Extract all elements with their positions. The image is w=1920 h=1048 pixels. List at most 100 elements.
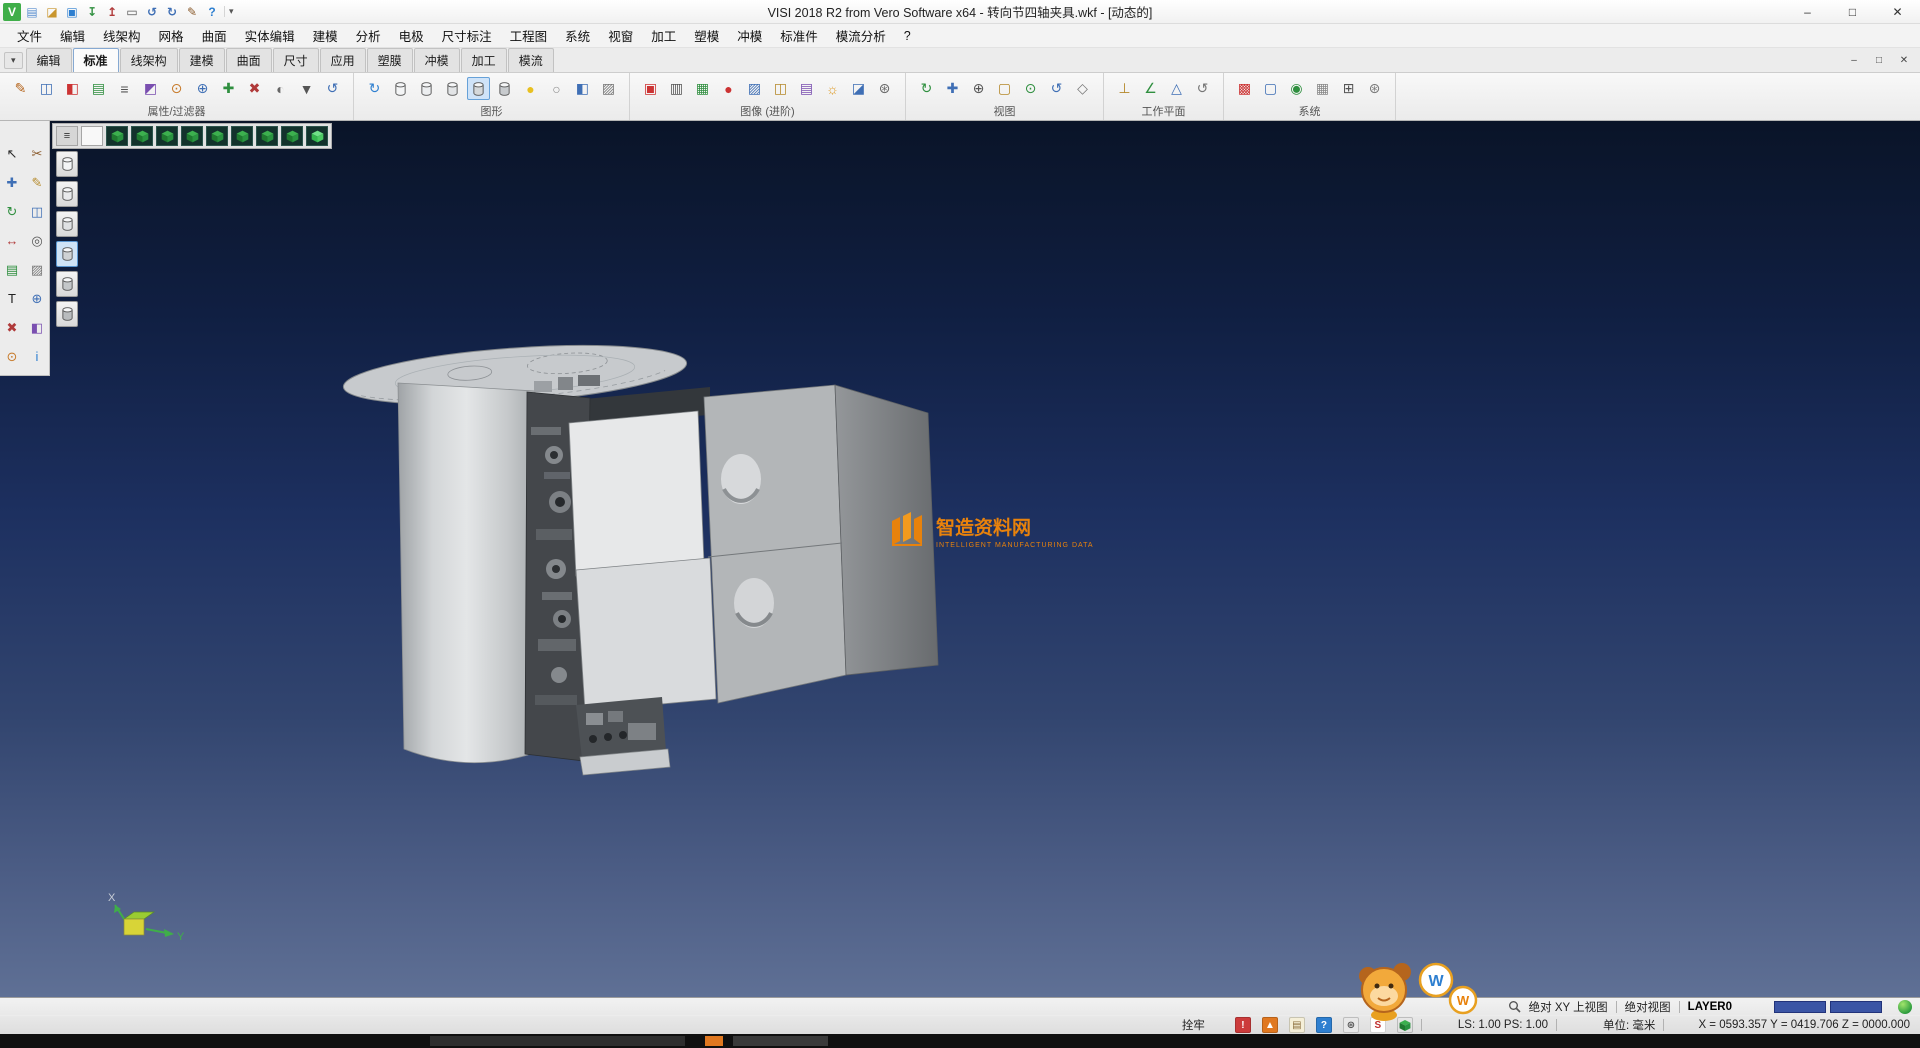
- element-filter-icon[interactable]: ◩: [139, 77, 162, 100]
- layer-indicator[interactable]: LAYER0: [1688, 1001, 1732, 1013]
- display-shaded-edges[interactable]: [56, 271, 78, 297]
- menu-item-工程图[interactable]: 工程图: [501, 24, 557, 47]
- view-top-button[interactable]: [131, 126, 153, 146]
- tab-模流[interactable]: 模流: [508, 48, 554, 72]
- erase-icon[interactable]: ✖: [2, 317, 23, 338]
- layers-icon[interactable]: ▤: [2, 259, 23, 280]
- absolute-view-label[interactable]: 绝对 XY 上视图: [1529, 999, 1608, 1015]
- selection-filter-icon[interactable]: ⊕: [191, 77, 214, 100]
- menu-item-实体编辑[interactable]: 实体编辑: [236, 24, 304, 47]
- display-shaded[interactable]: [56, 241, 78, 267]
- measure-icon[interactable]: ↔: [2, 230, 23, 251]
- magnet-snap-icon[interactable]: ⊙: [165, 77, 188, 100]
- warning-icon[interactable]: ▲: [1262, 1017, 1278, 1033]
- move-icon[interactable]: ✚: [2, 172, 23, 193]
- print-icon[interactable]: ▭: [123, 3, 141, 21]
- film-strip-icon[interactable]: ▥: [665, 77, 688, 100]
- display-wireframe[interactable]: [56, 151, 78, 177]
- display-transparent[interactable]: [56, 301, 78, 327]
- layer-filter-icon[interactable]: ▤: [87, 77, 110, 100]
- view-current-button[interactable]: [306, 126, 328, 146]
- doc-restore-button[interactable]: □: [1871, 55, 1887, 66]
- display-hidden-cylinder-icon[interactable]: [441, 77, 464, 100]
- menu-item-网格[interactable]: 网格: [150, 24, 193, 47]
- color-filter-icon[interactable]: ◧: [61, 77, 84, 100]
- attribute-edit-icon[interactable]: ✎: [9, 77, 32, 100]
- tab-应用[interactable]: 应用: [320, 48, 366, 72]
- view-front-button[interactable]: [156, 126, 178, 146]
- undo-icon[interactable]: ↺: [143, 3, 161, 21]
- view-fit-icon[interactable]: ⊙: [1019, 77, 1042, 100]
- display-dashed[interactable]: [56, 211, 78, 237]
- layer-color-bar-2[interactable]: [1830, 1001, 1882, 1013]
- menu-item-塑模[interactable]: 塑模: [685, 24, 728, 47]
- system-settings-icon[interactable]: ⊛: [1363, 77, 1386, 100]
- menu-item-模流分析[interactable]: 模流分析: [827, 24, 895, 47]
- monitor-icon[interactable]: ▢: [1259, 77, 1282, 100]
- view-iso-button[interactable]: [281, 126, 303, 146]
- world-green-icon[interactable]: [1898, 1000, 1912, 1014]
- offset-icon[interactable]: ◎: [27, 230, 48, 251]
- notes-icon[interactable]: ▤: [1289, 1017, 1305, 1033]
- trim-scissors-icon[interactable]: ✂: [27, 143, 48, 164]
- view-menu-button[interactable]: ≡: [56, 126, 78, 146]
- select-arrow-icon[interactable]: ↖: [2, 143, 23, 164]
- sketch-pencil-icon[interactable]: ✎: [27, 172, 48, 193]
- tab-塑膜[interactable]: 塑膜: [367, 48, 413, 72]
- photo-render-icon[interactable]: ▦: [691, 77, 714, 100]
- doc-close-button[interactable]: ✕: [1896, 55, 1912, 66]
- open-document-icon[interactable]: ◪: [43, 3, 61, 21]
- help-status-icon[interactable]: ?: [1316, 1017, 1332, 1033]
- display-shaded-cylinder-icon[interactable]: [467, 77, 490, 100]
- menu-item-建模[interactable]: 建模: [304, 24, 347, 47]
- doc-minimize-button[interactable]: –: [1846, 55, 1862, 66]
- group-icon[interactable]: ◧: [27, 317, 48, 338]
- layer-color-bar-1[interactable]: [1774, 1001, 1826, 1013]
- view-blank-button[interactable]: [81, 126, 103, 146]
- menu-item-冲模[interactable]: 冲模: [728, 24, 771, 47]
- grid-icon[interactable]: ▦: [1311, 77, 1334, 100]
- close-button[interactable]: ✕: [1875, 0, 1920, 23]
- save-icon[interactable]: ▣: [63, 3, 81, 21]
- menu-item-编辑[interactable]: 编辑: [51, 24, 94, 47]
- filter-reset-icon[interactable]: ↺: [321, 77, 344, 100]
- view-previous-icon[interactable]: ↺: [1045, 77, 1068, 100]
- menu-item-系统[interactable]: 系统: [556, 24, 599, 47]
- tab-曲面[interactable]: 曲面: [226, 48, 272, 72]
- gallery-icon[interactable]: ◫: [769, 77, 792, 100]
- menu-item-曲面[interactable]: 曲面: [193, 24, 236, 47]
- export-image-icon[interactable]: ▤: [795, 77, 818, 100]
- tab-冲模[interactable]: 冲模: [414, 48, 460, 72]
- view-right-button[interactable]: [231, 126, 253, 146]
- search-icon[interactable]: [1508, 1000, 1521, 1013]
- maximize-button[interactable]: □: [1830, 0, 1875, 23]
- menu-item-视窗[interactable]: 视窗: [599, 24, 642, 47]
- display-wire-cylinder-icon[interactable]: [415, 77, 438, 100]
- animation-icon[interactable]: ▨: [743, 77, 766, 100]
- workplane-set-icon[interactable]: ⊥: [1113, 77, 1136, 100]
- redraw-icon[interactable]: ↻: [363, 77, 386, 100]
- menu-item-尺寸标注[interactable]: 尺寸标注: [433, 24, 501, 47]
- display-hidden-line[interactable]: [56, 181, 78, 207]
- taskbar-item[interactable]: [705, 1036, 723, 1046]
- new-document-icon[interactable]: ▤: [23, 3, 41, 21]
- view-axonometric-button[interactable]: [106, 126, 128, 146]
- menu-item-文件[interactable]: 文件: [8, 24, 51, 47]
- view-back-button[interactable]: [181, 126, 203, 146]
- taskbar-item[interactable]: [733, 1036, 828, 1046]
- mirror-icon[interactable]: ◫: [27, 201, 48, 222]
- visi-logo-icon[interactable]: V: [3, 3, 21, 21]
- info-icon[interactable]: i: [27, 346, 48, 367]
- image-settings-icon[interactable]: ⊛: [873, 77, 896, 100]
- view-rotate-icon[interactable]: ↻: [915, 77, 938, 100]
- light-on-icon[interactable]: ●: [519, 77, 542, 100]
- tab-dropdown[interactable]: ▾: [4, 52, 23, 69]
- view-zoom-window-icon[interactable]: ▢: [993, 77, 1016, 100]
- tab-编辑[interactable]: 编辑: [26, 48, 72, 72]
- layer-palette-icon[interactable]: ▩: [1233, 77, 1256, 100]
- lock-toggle[interactable]: 拴牢: [1182, 1017, 1205, 1033]
- video-record-icon[interactable]: ●: [717, 77, 740, 100]
- help-qat-icon[interactable]: ?: [203, 3, 221, 21]
- alert-icon[interactable]: !: [1235, 1017, 1251, 1033]
- attribute-copy-icon[interactable]: ◫: [35, 77, 58, 100]
